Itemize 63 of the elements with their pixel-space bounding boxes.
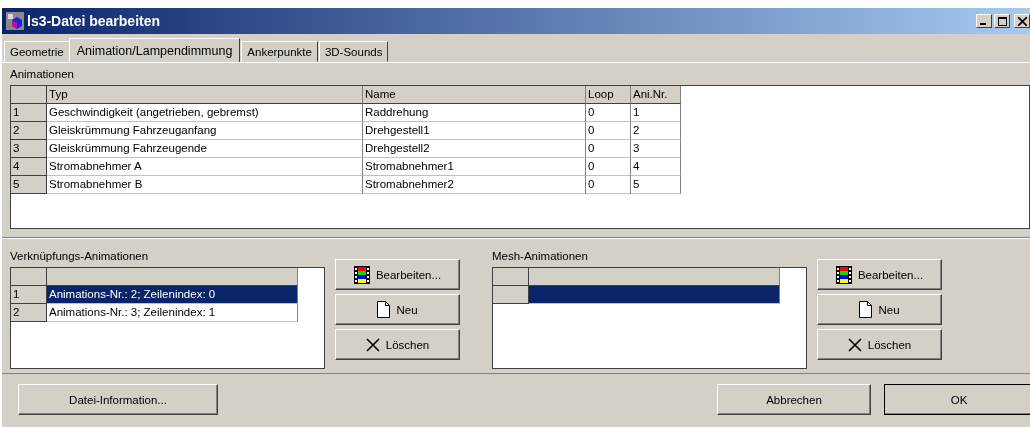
close-icon — [1017, 16, 1027, 26]
maximize-button[interactable] — [994, 14, 1010, 28]
table-cell: Raddrehung — [363, 104, 586, 122]
table-cell: Geschwindigkeit (angetrieben, gebremst) — [47, 104, 363, 122]
new-button[interactable]: Neu — [335, 294, 460, 325]
tab[interactable]: 3D-Sounds — [318, 41, 389, 62]
film-strip-icon — [353, 265, 370, 284]
edit-button[interactable]: Bearbeiten... — [335, 259, 460, 290]
film-strip-icon — [835, 265, 852, 284]
page-icon — [859, 301, 873, 318]
table-cell: Stromabnehmer2 — [363, 176, 586, 194]
table-cell: 1 — [631, 104, 681, 122]
list-row[interactable] — [529, 286, 780, 304]
table-cell: Stromabnehmer B — [47, 176, 363, 194]
tab[interactable]: Animation/Lampendimmung — [68, 38, 241, 63]
cube-icon — [6, 12, 24, 30]
file-info-button[interactable]: Datei-Information... — [18, 384, 218, 415]
edit-button[interactable]: Bearbeiten... — [817, 259, 942, 290]
ok-button[interactable]: OK — [884, 384, 1030, 415]
table-cell: Drehgestell1 — [363, 122, 586, 140]
page-icon — [377, 301, 391, 318]
row-header: 5 — [11, 176, 47, 194]
cancel-button[interactable]: Abbrechen — [717, 384, 871, 415]
row-header: 1 — [11, 104, 47, 122]
table-cell: 0 — [586, 122, 631, 140]
table-cell: 3 — [631, 140, 681, 158]
window-title: ls3-Datei bearbeiten — [27, 13, 161, 29]
maximize-icon — [997, 16, 1007, 26]
list-row[interactable]: Animations-Nr.: 3; Zeilenindex: 1 — [47, 304, 298, 322]
table-cell: 0 — [586, 158, 631, 176]
section-label: Verknüpfungs-Animationen — [10, 249, 150, 264]
table-cell: 0 — [586, 104, 631, 122]
table-cell: Stromabnehmer A — [47, 158, 363, 176]
minimize-button[interactable] — [976, 14, 992, 28]
column-header[interactable]: Loop — [586, 86, 631, 104]
table-cell: Stromabnehmer1 — [363, 158, 586, 176]
section-label: Animationen — [10, 67, 75, 82]
row-header: 3 — [11, 140, 47, 158]
delete-button[interactable]: Löschen — [335, 329, 460, 360]
row-header: 2 — [11, 304, 47, 322]
column-header[interactable]: Typ — [47, 86, 363, 104]
table-cell: 2 — [631, 122, 681, 140]
table-cell: 0 — [586, 140, 631, 158]
list-row[interactable]: Animations-Nr.: 2; Zeilenindex: 0 — [47, 286, 298, 304]
row-header: 2 — [11, 122, 47, 140]
table-cell: 5 — [631, 176, 681, 194]
table-cell: 4 — [631, 158, 681, 176]
table-cell: Gleiskrümmung Fahrzeuganfang — [47, 122, 363, 140]
x-icon — [847, 337, 862, 352]
row-header: 1 — [11, 286, 47, 304]
close-button[interactable] — [1014, 14, 1030, 28]
table-cell: Gleiskrümmung Fahrzeugende — [47, 140, 363, 158]
tab[interactable]: Geometrie — [4, 41, 70, 62]
table-cell: Drehgestell2 — [363, 140, 586, 158]
table-cell: 0 — [586, 176, 631, 194]
new-button[interactable]: Neu — [817, 294, 942, 325]
column-header[interactable]: Name — [363, 86, 586, 104]
delete-button[interactable]: Löschen — [817, 329, 942, 360]
x-icon — [365, 337, 380, 352]
tab[interactable]: Ankerpunkte — [241, 41, 318, 62]
row-header: 4 — [11, 158, 47, 176]
section-label: Mesh-Animationen — [492, 249, 589, 264]
column-header[interactable]: Ani.Nr. — [631, 86, 681, 104]
